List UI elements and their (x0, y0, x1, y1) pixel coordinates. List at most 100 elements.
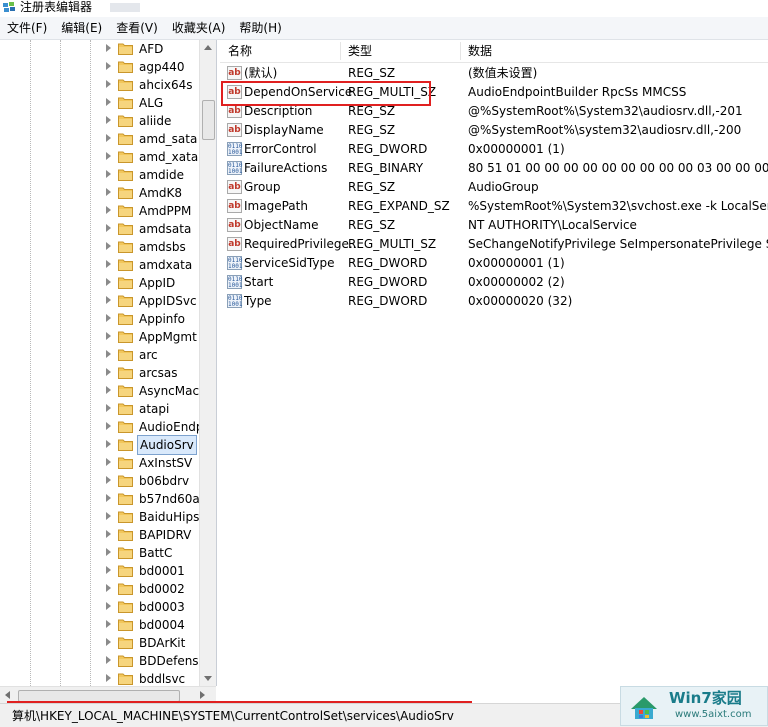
tree-item[interactable]: AppID (0, 274, 200, 292)
expand-arrow-icon[interactable] (106, 440, 111, 448)
expand-arrow-icon[interactable] (106, 386, 111, 394)
value-row[interactable]: 0110 1001 ErrorControl REG_DWORD 0x00000001 … (220, 140, 768, 159)
expand-arrow-icon[interactable] (106, 638, 111, 646)
scroll-thumb[interactable] (202, 100, 215, 140)
column-type-header[interactable]: 类型 (340, 40, 460, 62)
expand-arrow-icon[interactable] (106, 242, 111, 250)
expand-arrow-icon[interactable] (106, 314, 111, 322)
expand-arrow-icon[interactable] (106, 476, 111, 484)
column-headers: 名称 类型 数据 (220, 40, 768, 63)
expand-arrow-icon[interactable] (106, 296, 111, 304)
expand-arrow-icon[interactable] (106, 656, 111, 664)
expand-arrow-icon[interactable] (106, 134, 111, 142)
expand-arrow-icon[interactable] (106, 224, 111, 232)
expand-arrow-icon[interactable] (106, 620, 111, 628)
tree-item[interactable]: AxInstSV (0, 454, 200, 472)
expand-arrow-icon[interactable] (106, 44, 111, 52)
scroll-up-button[interactable] (200, 40, 216, 56)
value-row[interactable]: ab ObjectName REG_SZ NT AUTHORITY\LocalServ… (220, 216, 768, 235)
tree-item[interactable]: AudioSrv (0, 435, 200, 455)
tree-item[interactable]: amdide (0, 166, 200, 184)
expand-arrow-icon[interactable] (106, 260, 111, 268)
arrow-right-icon[interactable] (200, 691, 205, 699)
expand-arrow-icon[interactable] (106, 188, 111, 196)
tree-item[interactable]: BaiduHips (0, 508, 200, 526)
tree-item[interactable]: arc (0, 346, 200, 364)
value-row[interactable]: 0110 1001 Start REG_DWORD 0x00000002 (2) (220, 273, 768, 292)
expand-arrow-icon[interactable] (106, 98, 111, 106)
arrow-left-icon[interactable] (5, 691, 10, 699)
tree-item[interactable]: AmdPPM (0, 202, 200, 220)
tree-item[interactable]: BattC (0, 544, 200, 562)
string-value-icon: ab (227, 66, 242, 80)
expand-arrow-icon[interactable] (106, 80, 111, 88)
expand-arrow-icon[interactable] (106, 512, 111, 520)
value-row[interactable]: ab Group REG_SZ AudioGroup (220, 178, 768, 197)
tree-item[interactable]: ALG (0, 94, 200, 112)
expand-arrow-icon[interactable] (106, 674, 111, 682)
tree-item[interactable]: bd0002 (0, 580, 200, 598)
tree-item[interactable]: AsyncMac (0, 382, 200, 400)
tree-item[interactable]: BAPIDRV (0, 526, 200, 544)
tree-item[interactable]: bd0004 (0, 616, 200, 634)
expand-arrow-icon[interactable] (106, 584, 111, 592)
tree-item[interactable]: amd_xata (0, 148, 200, 166)
tree-item-label: bd0001 (139, 564, 185, 578)
expand-arrow-icon[interactable] (106, 368, 111, 376)
tree-item[interactable]: BDDefense (0, 652, 206, 670)
expand-arrow-icon[interactable] (106, 170, 111, 178)
value-row[interactable]: 0110 1001 Type REG_DWORD 0x00000020 (32) (220, 292, 768, 311)
tree-item[interactable]: AppMgmt (0, 328, 200, 346)
tree-item[interactable]: BDArKit (0, 634, 200, 652)
scroll-down-button[interactable] (200, 670, 216, 686)
column-name-header[interactable]: 名称 (220, 40, 340, 62)
expand-arrow-icon[interactable] (106, 206, 111, 214)
tree-item[interactable]: arcsas (0, 364, 200, 382)
tree-item[interactable]: AudioEndp (0, 418, 204, 436)
expand-arrow-icon[interactable] (106, 494, 111, 502)
expand-arrow-icon[interactable] (106, 152, 111, 160)
tree-item[interactable]: ahcix64s (0, 76, 200, 94)
tree-item[interactable]: AppIDSvc (0, 292, 200, 310)
menu-item[interactable]: 帮助(H) (232, 18, 288, 38)
value-row[interactable]: ab DisplayName REG_SZ @%SystemRoot%\system3… (220, 121, 768, 140)
tree-vertical-scrollbar[interactable] (199, 40, 216, 686)
tree-item[interactable]: bd0001 (0, 562, 200, 580)
expand-arrow-icon[interactable] (106, 458, 111, 466)
expand-arrow-icon[interactable] (106, 350, 111, 358)
value-type: REG_DWORD (348, 275, 428, 289)
tree-item[interactable]: AFD (0, 40, 200, 58)
menu-item[interactable]: 编辑(E) (54, 18, 109, 38)
value-row[interactable]: 0110 1001 FailureActions REG_BINARY 80 51 01… (220, 159, 768, 178)
value-row[interactable]: ab ImagePath REG_EXPAND_SZ %SystemRoot%\Sys… (220, 197, 768, 216)
column-data-header[interactable]: 数据 (460, 40, 760, 62)
value-row[interactable]: 0110 1001 ServiceSidType REG_DWORD 0x0000000… (220, 254, 768, 273)
tree-item[interactable]: AmdK8 (0, 184, 200, 202)
tree-item[interactable]: agp440 (0, 58, 200, 76)
menu-item[interactable]: 文件(F) (0, 18, 54, 38)
tree-item[interactable]: amdsbs (0, 238, 200, 256)
expand-arrow-icon[interactable] (106, 602, 111, 610)
tree-item[interactable]: amdsata (0, 220, 200, 238)
tree-item[interactable]: aliide (0, 112, 200, 130)
expand-arrow-icon[interactable] (106, 116, 111, 124)
tree-item[interactable]: b06bdrv (0, 472, 200, 490)
menu-item[interactable]: 查看(V) (109, 18, 165, 38)
tree-item[interactable]: bddlsvc (0, 670, 200, 686)
tree-item[interactable]: Appinfo (0, 310, 200, 328)
expand-arrow-icon[interactable] (106, 422, 111, 430)
tree-item[interactable]: atapi (0, 400, 200, 418)
expand-arrow-icon[interactable] (106, 548, 111, 556)
expand-arrow-icon[interactable] (106, 566, 111, 574)
expand-arrow-icon[interactable] (106, 332, 111, 340)
value-row[interactable]: ab RequiredPrivilege... REG_MULTI_SZ SeChan… (220, 235, 768, 254)
expand-arrow-icon[interactable] (106, 530, 111, 538)
tree-item[interactable]: amd_sata (0, 130, 200, 148)
expand-arrow-icon[interactable] (106, 62, 111, 70)
tree-item[interactable]: amdxata (0, 256, 200, 274)
menu-item[interactable]: 收藏夹(A) (165, 18, 233, 38)
tree-item[interactable]: bd0003 (0, 598, 200, 616)
tree-item[interactable]: b57nd60a (0, 490, 200, 508)
expand-arrow-icon[interactable] (106, 404, 111, 412)
expand-arrow-icon[interactable] (106, 278, 111, 286)
